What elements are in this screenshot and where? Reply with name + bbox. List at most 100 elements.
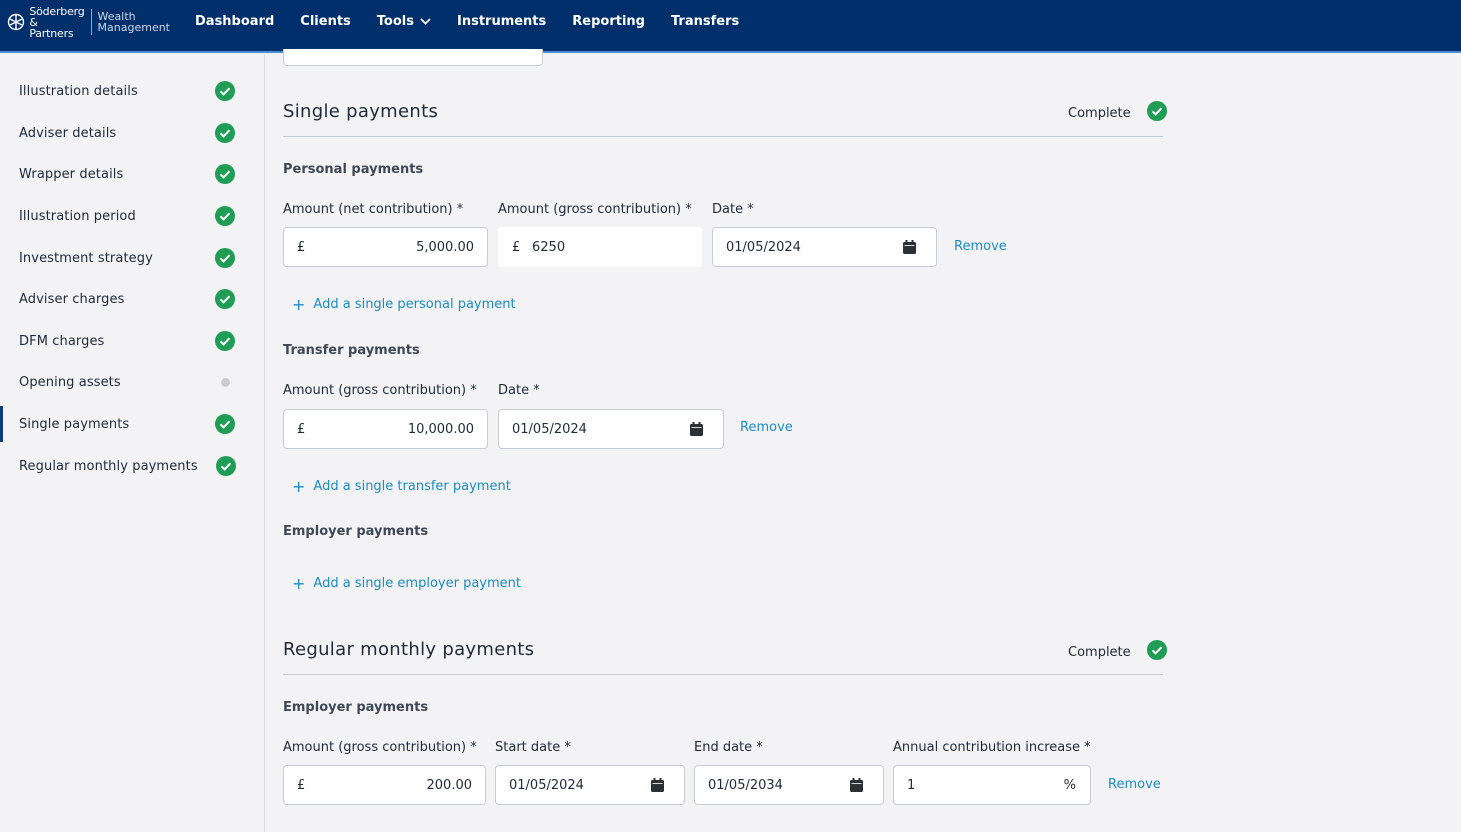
complete-check-icon bbox=[1146, 640, 1167, 664]
single-payments-status-label: Complete bbox=[1068, 105, 1131, 121]
regular-payments-title: Regular monthly payments bbox=[283, 639, 535, 660]
incomplete-dot-icon bbox=[215, 372, 235, 392]
calendar-icon[interactable] bbox=[903, 240, 916, 258]
complete-check-icon bbox=[215, 206, 235, 226]
start-date-value: 01/05/2024 bbox=[509, 777, 584, 793]
regular-gross-contribution-input[interactable]: £ 200.00 bbox=[283, 765, 486, 805]
sidebar-item-label: Investment strategy bbox=[19, 250, 153, 266]
transfer-payments-heading: Transfer payments bbox=[283, 343, 420, 358]
complete-check-icon bbox=[215, 81, 235, 101]
add-personal-payment-label: Add a single personal payment bbox=[313, 297, 516, 312]
net-contribution-input[interactable]: £ 5,000.00 bbox=[283, 227, 488, 267]
start-date-label: Start date * bbox=[495, 740, 571, 755]
brand-logo[interactable]: Söderberg & Partners Wealth Management bbox=[6, 6, 170, 39]
nav-transfers[interactable]: Transfers bbox=[671, 14, 739, 29]
annual-increase-label: Annual contribution increase * bbox=[893, 740, 1091, 755]
add-transfer-payment-link[interactable]: + Add a single transfer payment bbox=[283, 476, 511, 496]
brand-name: Söderberg & Partners bbox=[29, 6, 84, 39]
nav-dashboard-label: Dashboard bbox=[195, 13, 275, 29]
sidebar-item-illustration-period[interactable]: Illustration period bbox=[0, 198, 264, 234]
plus-icon: + bbox=[292, 476, 306, 496]
end-date-label: End date * bbox=[694, 740, 763, 755]
gross-contribution-value: 6250 bbox=[532, 239, 566, 255]
percent-suffix: % bbox=[1063, 777, 1076, 793]
sidebar-item-label: Adviser details bbox=[19, 125, 117, 141]
top-navigation-bar: Söderberg & Partners Wealth Management D… bbox=[0, 0, 1461, 53]
currency-prefix: £ bbox=[297, 777, 306, 793]
start-date-input[interactable]: 01/05/2024 bbox=[495, 765, 685, 805]
add-employer-payment-link[interactable]: + Add a single employer payment bbox=[283, 575, 521, 591]
calendar-icon[interactable] bbox=[651, 778, 664, 796]
currency-prefix: £ bbox=[512, 239, 521, 255]
transfer-gross-contribution-value: 10,000.00 bbox=[407, 421, 474, 437]
transfer-gross-contribution-input[interactable]: £ 10,000.00 bbox=[283, 409, 488, 449]
nav-reporting[interactable]: Reporting bbox=[572, 14, 645, 29]
main-nav: Dashboard Clients Tools Instruments Repo… bbox=[195, 0, 765, 42]
complete-check-icon bbox=[1146, 101, 1167, 125]
nav-instruments[interactable]: Instruments bbox=[457, 14, 546, 29]
sidebar-item-label: Opening assets bbox=[19, 374, 121, 390]
complete-check-icon bbox=[215, 289, 235, 309]
complete-check-icon bbox=[215, 123, 235, 143]
add-employer-payment-label: Add a single employer payment bbox=[313, 576, 521, 591]
complete-check-icon bbox=[215, 248, 235, 268]
net-contribution-label: Amount (net contribution) * bbox=[283, 202, 464, 217]
nav-clients[interactable]: Clients bbox=[300, 14, 350, 29]
brand-emblem-icon bbox=[6, 11, 25, 33]
sidebar-item-illustration-details[interactable]: Illustration details bbox=[0, 73, 264, 109]
date-value: 01/05/2024 bbox=[512, 421, 587, 437]
nav-clients-label: Clients bbox=[300, 13, 351, 29]
sidebar-item-regular-monthly-payments[interactable]: Regular monthly payments bbox=[0, 448, 264, 484]
previous-section-input[interactable] bbox=[283, 49, 543, 66]
sidebar-item-label: Regular monthly payments bbox=[19, 458, 198, 474]
regular-payments-status: Complete bbox=[1068, 640, 1167, 664]
nav-tools-label: Tools bbox=[376, 13, 414, 29]
sidebar-item-label: Illustration period bbox=[19, 208, 136, 224]
remove-personal-payment-link[interactable]: Remove bbox=[954, 239, 1007, 254]
regular-gross-contribution-label: Amount (gross contribution) * bbox=[283, 740, 477, 755]
sidebar-item-label: Single payments bbox=[19, 416, 130, 432]
remove-transfer-payment-link[interactable]: Remove bbox=[740, 420, 793, 435]
currency-prefix: £ bbox=[297, 239, 306, 255]
transfer-date-input[interactable]: 01/05/2024 bbox=[498, 409, 724, 449]
sidebar-item-opening-assets[interactable]: Opening assets bbox=[0, 364, 264, 400]
nav-transfers-label: Transfers bbox=[670, 13, 740, 29]
date-value: 01/05/2024 bbox=[726, 239, 801, 255]
sidebar-item-wrapper-details[interactable]: Wrapper details bbox=[0, 156, 264, 192]
sidebar-item-adviser-charges[interactable]: Adviser charges bbox=[0, 281, 264, 317]
regular-payments-status-label: Complete bbox=[1068, 644, 1131, 660]
nav-tools[interactable]: Tools bbox=[377, 14, 431, 29]
annual-increase-value: 1 bbox=[907, 777, 916, 793]
add-personal-payment-link[interactable]: + Add a single personal payment bbox=[283, 296, 516, 312]
remove-regular-payment-link[interactable]: Remove bbox=[1108, 777, 1161, 792]
sidebar-item-dfm-charges[interactable]: DFM charges bbox=[0, 323, 264, 359]
sidebar-item-label: Wrapper details bbox=[19, 166, 124, 182]
personal-date-input[interactable]: 01/05/2024 bbox=[712, 227, 937, 267]
sidebar-item-single-payments[interactable]: Single payments bbox=[0, 406, 264, 442]
transfer-date-label: Date * bbox=[498, 383, 540, 398]
annual-increase-input[interactable]: 1 % bbox=[893, 765, 1091, 805]
end-date-value: 01/05/2034 bbox=[708, 777, 783, 793]
sidebar-item-label: DFM charges bbox=[19, 333, 105, 349]
calendar-icon[interactable] bbox=[850, 778, 863, 796]
complete-check-icon bbox=[215, 331, 235, 351]
sidebar-item-investment-strategy[interactable]: Investment strategy bbox=[0, 240, 264, 276]
gross-contribution-input[interactable]: £ 6250 bbox=[498, 227, 702, 267]
date-label: Date * bbox=[712, 202, 754, 217]
single-payments-status: Complete bbox=[1068, 101, 1167, 125]
gross-contribution-label: Amount (gross contribution) * bbox=[498, 202, 692, 217]
net-contribution-value: 5,000.00 bbox=[416, 239, 474, 255]
sidebar-item-adviser-details[interactable]: Adviser details bbox=[0, 115, 264, 151]
single-payments-title: Single payments bbox=[283, 101, 439, 122]
sidebar-item-label: Adviser charges bbox=[19, 291, 125, 307]
calendar-icon[interactable] bbox=[690, 422, 703, 440]
nav-reporting-label: Reporting bbox=[572, 13, 645, 29]
brand-divider bbox=[90, 9, 92, 35]
brand-name-line2: & Partners bbox=[29, 15, 74, 40]
single-employer-payments-heading: Employer payments bbox=[283, 524, 429, 539]
section-divider bbox=[283, 674, 1163, 675]
chevron-down-icon bbox=[420, 17, 431, 25]
nav-dashboard[interactable]: Dashboard bbox=[195, 14, 274, 29]
end-date-input[interactable]: 01/05/2034 bbox=[694, 765, 884, 805]
complete-check-icon bbox=[215, 164, 235, 184]
